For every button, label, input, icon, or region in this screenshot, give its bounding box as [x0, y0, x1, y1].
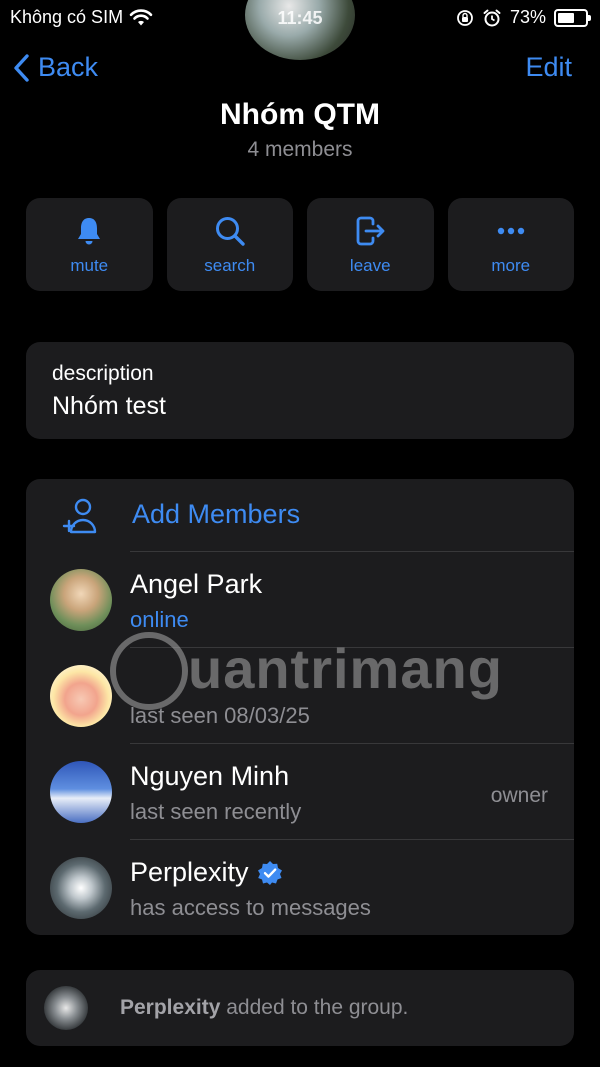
mute-label: mute [70, 255, 109, 275]
back-label: Back [38, 52, 99, 82]
verified-badge-icon [257, 860, 282, 885]
more-label: more [491, 255, 531, 275]
member-row[interactable]: Nguyen Minh last seen recently owner [26, 743, 574, 839]
avatar [50, 569, 112, 631]
edit-button[interactable]: Edit [525, 52, 572, 83]
status-bar-left: Không có SIM [10, 7, 153, 28]
row-divider [130, 647, 574, 648]
avatar [50, 761, 112, 823]
chevron-left-icon [14, 53, 29, 82]
event-actor: Perplexity [120, 996, 221, 1019]
member-name: Angel Park [130, 569, 263, 599]
leave-icon [356, 216, 385, 245]
member-status: last seen 08/03/25 [130, 703, 310, 728]
member-status: online [130, 607, 189, 632]
rotation-lock-icon [457, 9, 473, 26]
search-icon [215, 216, 245, 246]
member-status: last seen recently [130, 799, 302, 824]
group-title: Nhóm QTM [220, 98, 380, 131]
action-bar: mute search leave more [26, 198, 574, 291]
avatar [50, 665, 112, 727]
search-label: search [204, 255, 256, 275]
leave-label: leave [349, 255, 391, 275]
row-divider [130, 743, 574, 744]
description-value: Nhóm test [52, 392, 166, 420]
member-row[interactable]: Angel Park online [26, 551, 574, 647]
search-button[interactable]: search [166, 198, 293, 291]
event-message: added to the group. [220, 996, 409, 1019]
add-members-button[interactable]: Add Members [26, 479, 574, 551]
member-name: Perplexity [130, 857, 249, 887]
battery-fill [558, 12, 575, 23]
member-row[interactable]: Perplexity has access to messages [26, 839, 574, 935]
description-card[interactable]: description Nhóm test [26, 342, 574, 439]
status-bar: Không có SIM 11:45 73% [0, 0, 600, 60]
mute-button[interactable]: mute [26, 198, 153, 291]
battery-percent: 73% [509, 7, 546, 27]
leave-button[interactable]: leave [307, 198, 434, 291]
alarm-icon [483, 9, 501, 26]
more-icon [497, 227, 524, 234]
add-person-icon [62, 498, 97, 534]
battery-icon [554, 8, 591, 27]
member-count: 4 members [247, 138, 353, 161]
owner-badge: owner [490, 784, 548, 807]
member-name: Nguyen Minh [130, 761, 290, 791]
member-status: has access to messages [130, 895, 371, 920]
bell-icon [78, 217, 101, 244]
status-bar-right: 73% [456, 7, 591, 28]
group-avatar[interactable]: 11:45 [245, 0, 355, 60]
status-time: 11:45 [277, 8, 323, 28]
event-text: Perplexity added to the group. [120, 996, 408, 1020]
back-button[interactable]: Back [12, 52, 98, 83]
member-name-container: Perplexity [130, 857, 283, 888]
add-members-label: Add Members [132, 499, 301, 529]
row-divider [130, 839, 574, 840]
member-row[interactable]: last seen 08/03/25 [26, 647, 574, 743]
carrier-label: Không có SIM [10, 7, 124, 27]
avatar [44, 986, 88, 1030]
avatar [50, 857, 112, 919]
members-card: Add Members Angel Park online last seen … [26, 479, 574, 935]
wifi-icon [129, 8, 153, 25]
row-divider [130, 551, 574, 552]
more-button[interactable]: more [447, 198, 574, 291]
description-label: description [52, 362, 154, 385]
group-event-card: Perplexity added to the group. [26, 970, 574, 1046]
